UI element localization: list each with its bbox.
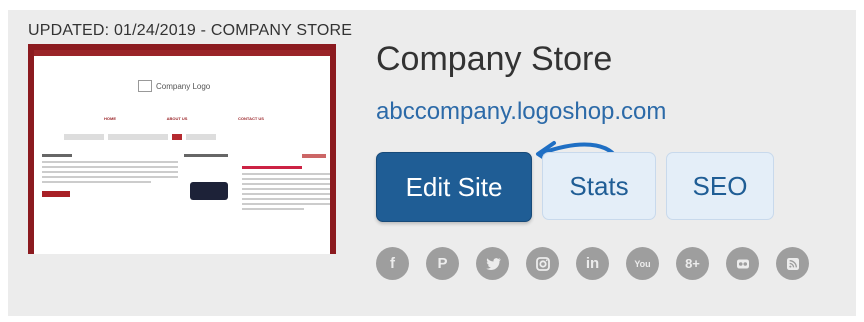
- updated-label: UPDATED: 01/24/2019 - COMPANY STORE: [28, 22, 353, 39]
- thumbnail-cart: [186, 134, 216, 140]
- facebook-glyph: f: [390, 255, 395, 272]
- youtube-icon[interactable]: You: [626, 247, 659, 280]
- instagram-camera-icon: [535, 256, 550, 271]
- instagram-icon[interactable]: [526, 247, 559, 280]
- thumbnail-product-block: [184, 154, 236, 200]
- store-title: Company Store: [376, 40, 613, 78]
- google-plus-icon[interactable]: 8+: [676, 247, 709, 280]
- flickr-icon[interactable]: [726, 247, 759, 280]
- twitter-icon[interactable]: [476, 247, 509, 280]
- thumbnail-search-bar: [64, 134, 304, 144]
- thumbnail-search-button: [172, 134, 182, 140]
- thumbnail-search-field: [108, 134, 168, 140]
- thumbnail-product-image: [190, 182, 228, 200]
- thumbnail-welcome-block: [42, 154, 178, 197]
- linkedin-glyph: in: [585, 255, 600, 272]
- thumbnail-logo-text: Company Logo: [156, 81, 211, 91]
- stats-button[interactable]: Stats: [542, 152, 656, 220]
- pinterest-glyph: P: [437, 255, 448, 272]
- google-plus-glyph: 8+: [685, 256, 700, 271]
- seo-button[interactable]: SEO: [666, 152, 774, 220]
- youtube-glyph: You: [634, 258, 651, 269]
- thumbnail-nav: HOME ABOUT US CONTACT US: [104, 116, 264, 121]
- social-links: f P in You 8+: [376, 247, 809, 280]
- logo-placeholder-icon: [138, 80, 152, 92]
- thumbnail-topbar: [34, 50, 330, 56]
- twitter-bird-icon: [485, 257, 501, 270]
- thumbnail-detail-block: [242, 154, 330, 213]
- flickr-dots-icon: [736, 259, 749, 268]
- edit-site-button[interactable]: Edit Site: [376, 152, 532, 222]
- linkedin-icon[interactable]: in: [576, 247, 609, 280]
- thumbnail-logo: Company Logo: [138, 80, 210, 92]
- thumbnail-preview: Company Logo HOME ABOUT US CONTACT US: [34, 50, 330, 254]
- thumbnail-nav-item: ABOUT US: [166, 116, 188, 121]
- thumbnail-search-field: [64, 134, 104, 140]
- rss-feed-icon: [786, 257, 799, 270]
- rss-icon[interactable]: [776, 247, 809, 280]
- thumbnail-nav-item: HOME: [104, 116, 116, 121]
- pinterest-icon[interactable]: P: [426, 247, 459, 280]
- facebook-icon[interactable]: f: [376, 247, 409, 280]
- thumbnail-nav-item: CONTACT US: [238, 116, 264, 121]
- store-thumbnail[interactable]: Company Logo HOME ABOUT US CONTACT US: [28, 44, 336, 254]
- store-url-link[interactable]: abccompany.logoshop.com: [376, 98, 666, 126]
